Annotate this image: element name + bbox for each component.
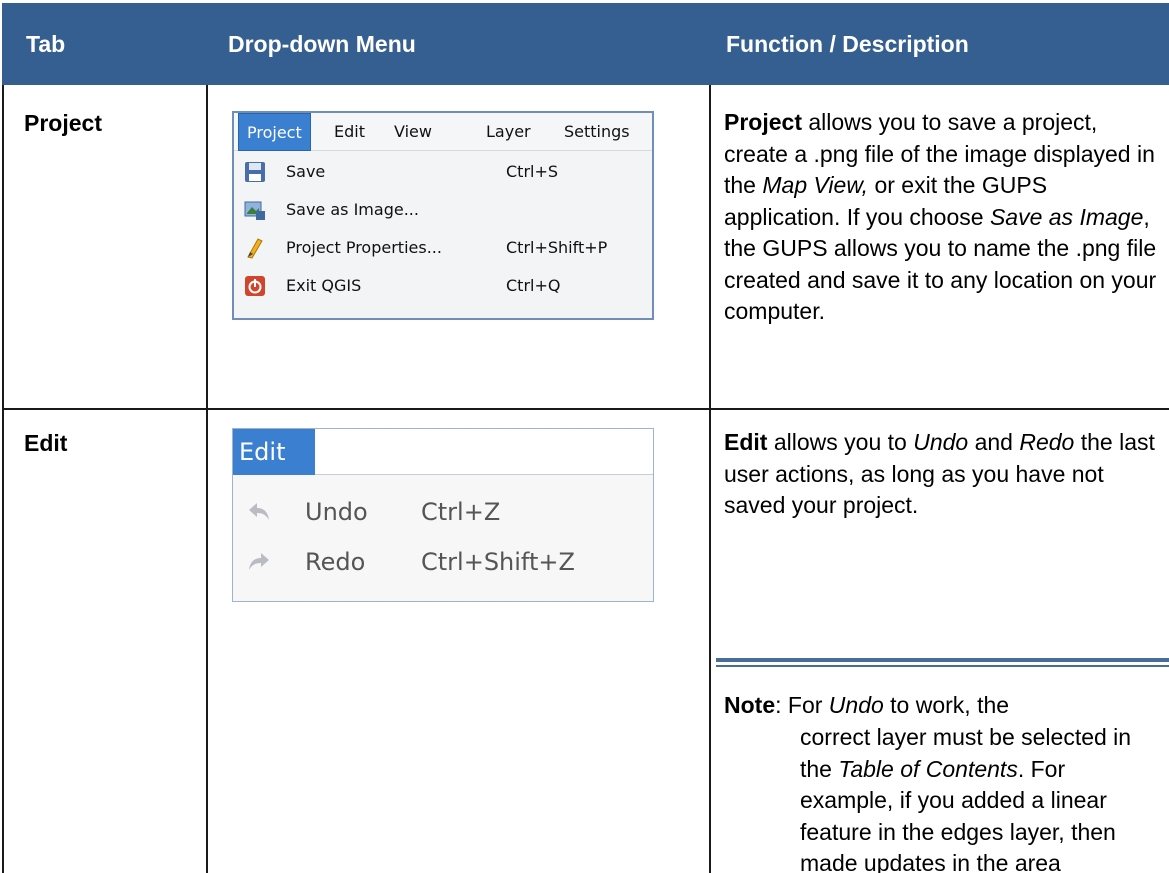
menubar-edit[interactable]: Edit bbox=[334, 113, 365, 151]
redo-icon bbox=[249, 553, 269, 570]
menu-item-exit-qgis[interactable]: Exit QGIS Ctrl+Q bbox=[234, 269, 652, 303]
edit-description: Edit allows you to Undo and Redo the las… bbox=[724, 427, 1164, 522]
menu-item-save[interactable]: Save Ctrl+S bbox=[234, 155, 652, 189]
menubar-layer[interactable]: Layer bbox=[486, 113, 531, 151]
table-header: Tab Drop-down Menu Function / Descriptio… bbox=[2, 3, 1169, 85]
project-properties-icon bbox=[247, 238, 263, 259]
menu-item-redo[interactable]: Redo Ctrl+Shift+Z bbox=[233, 537, 653, 587]
save-icon bbox=[245, 162, 265, 182]
menu-item-label: Project Properties... bbox=[286, 238, 442, 257]
header-tab: Tab bbox=[26, 31, 66, 57]
menu-item-undo[interactable]: Undo Ctrl+Z bbox=[233, 487, 653, 537]
note-body: correct layer must be selected in the Ta… bbox=[800, 722, 1160, 873]
header-function-description: Function / Description bbox=[726, 31, 969, 57]
note-label: Note bbox=[724, 692, 776, 718]
menubar-settings[interactable]: Settings bbox=[564, 113, 630, 151]
menubar-edit-active[interactable]: Edit bbox=[233, 429, 315, 475]
note-first-line: Note: For Undo to work, the bbox=[724, 690, 1009, 722]
tab-label-project: Project bbox=[24, 110, 102, 136]
row-divider bbox=[2, 408, 1169, 410]
desc-text: allows you to bbox=[767, 429, 914, 455]
menu-item-shortcut: Ctrl+Shift+Z bbox=[421, 548, 575, 576]
note-text: to work, the bbox=[883, 692, 1010, 718]
menu-item-label: Redo bbox=[305, 548, 366, 576]
menu-item-project-properties[interactable]: Project Properties... Ctrl+Shift+P bbox=[234, 231, 652, 265]
menu-item-shortcut: Ctrl+Q bbox=[506, 276, 561, 295]
menu-item-shortcut: Ctrl+S bbox=[506, 162, 559, 181]
menu-item-label: Save bbox=[286, 162, 326, 181]
desc-bold: Edit bbox=[724, 429, 768, 455]
tab-label-edit: Edit bbox=[24, 430, 68, 456]
table-border-left bbox=[2, 85, 4, 873]
edit-menubar: Edit bbox=[233, 429, 653, 475]
menu-item-label: Exit QGIS bbox=[286, 276, 362, 295]
desc-italic: Undo bbox=[913, 429, 969, 455]
desc-italic: Save as Image bbox=[989, 203, 1144, 230]
project-description: Project allows you to save a project, cr… bbox=[724, 107, 1164, 328]
column-divider-1 bbox=[206, 85, 208, 873]
desc-italic: Redo bbox=[1019, 429, 1075, 455]
project-menu-screenshot: Project Edit View Layer Settings Save Ct… bbox=[232, 111, 654, 320]
project-menubar: Project Edit View Layer Settings bbox=[234, 113, 652, 151]
menu-item-save-as-image[interactable]: Save as Image... bbox=[234, 193, 652, 227]
save-image-icon bbox=[244, 201, 265, 220]
desc-text: and bbox=[968, 429, 1020, 455]
exit-icon bbox=[245, 276, 265, 296]
menubar-project[interactable]: Project bbox=[238, 113, 311, 151]
desc-bold: Project bbox=[724, 109, 802, 135]
note-text: : For bbox=[775, 692, 829, 718]
menu-item-shortcut: Ctrl+Shift+P bbox=[506, 238, 608, 257]
undo-icon bbox=[249, 503, 269, 520]
menu-item-label: Save as Image... bbox=[286, 200, 419, 219]
function-table: Tab Drop-down Menu Function / Descriptio… bbox=[0, 0, 1169, 873]
note-rule bbox=[716, 658, 1169, 662]
header-dropdown-menu: Drop-down Menu bbox=[228, 31, 416, 57]
menubar-view[interactable]: View bbox=[394, 113, 432, 151]
menu-item-label: Undo bbox=[305, 498, 368, 526]
desc-italic: Map View, bbox=[762, 172, 869, 198]
menu-item-shortcut: Ctrl+Z bbox=[421, 498, 501, 526]
column-divider-2 bbox=[709, 85, 711, 873]
note-italic: Table of Contents bbox=[838, 755, 1018, 782]
edit-menu-screenshot: Edit Undo Ctrl+Z Redo Ctrl+Shift+Z bbox=[232, 428, 654, 602]
note-rule bbox=[716, 665, 1169, 667]
note-italic: Undo bbox=[828, 692, 884, 718]
